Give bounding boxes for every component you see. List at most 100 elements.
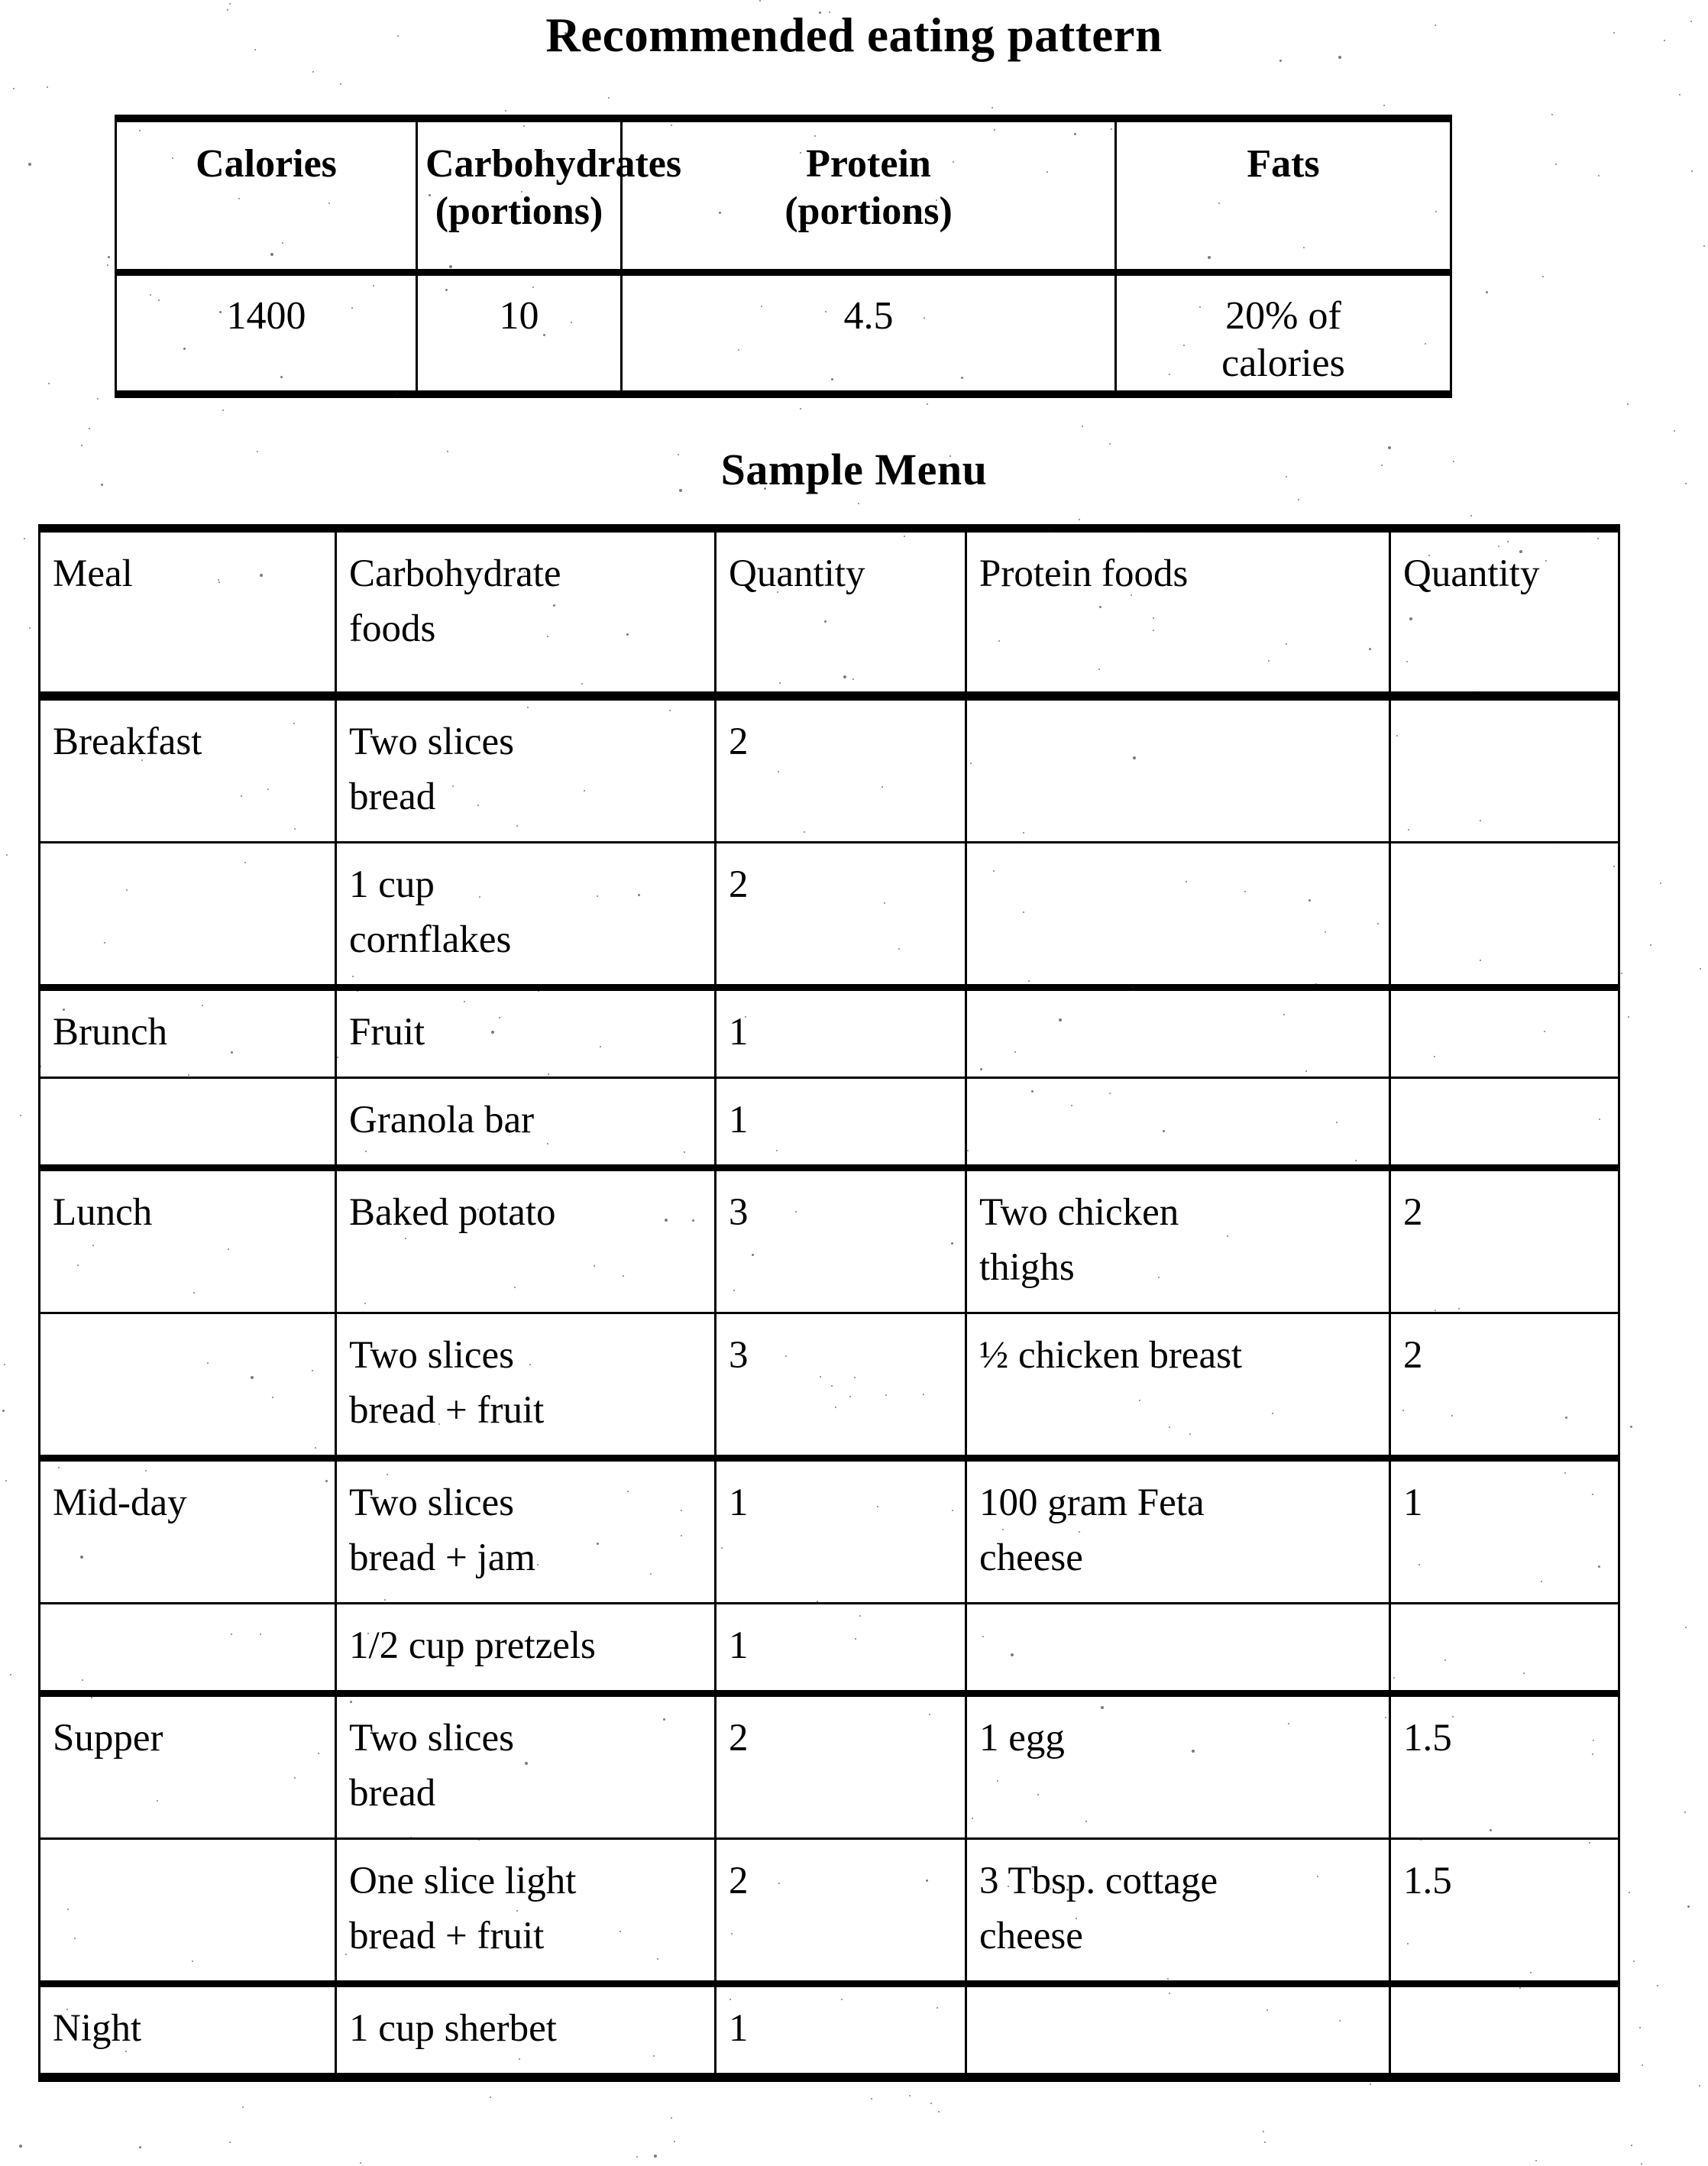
cell-protein-food: ½ chicken breast (965, 1312, 1391, 1459)
cell-carbohydrate-food-line1: 1/2 cup pretzels (349, 1624, 596, 1667)
cell-carbohydrate-food-line1: Two slices (349, 1717, 514, 1760)
cell-carb-quantity: 3 (714, 1164, 967, 1314)
cell-carb-quantity: 1 (714, 984, 967, 1079)
cell-carb-quantity: 1 (714, 1602, 967, 1695)
header-protein-line1: Protein (806, 142, 931, 186)
cell-protein-food (965, 692, 1391, 843)
cell-protein-food-line1: ½ chicken breast (979, 1334, 1243, 1377)
cell-carb-quantity-line1: 2 (729, 720, 749, 763)
table-row: Lunch Baked potato 3 Two chicken thighs 2 (38, 1164, 1620, 1314)
table-row: Supper Two slices bread 2 1 egg 1.5 (38, 1690, 1620, 1840)
cell-carbohydrate-food-line2: cornflakes (349, 918, 512, 961)
table-row: Granola bar 1 (38, 1077, 1620, 1169)
cell-carbohydrate-food: 1 cup sherbet (335, 1980, 717, 2082)
cell-protein-quantity: 1.5 (1389, 1690, 1620, 1840)
header-carbohydrates-line2: (portions) (435, 189, 603, 233)
cell-protein-quantity: 2 (1389, 1164, 1620, 1314)
header-carbohydrates-line1: Carbohydrates (425, 142, 682, 186)
cell-protein-food: Two chicken thighs (965, 1164, 1391, 1314)
cell-carb-quantity-line1: 2 (729, 1717, 749, 1760)
cell-protein-quantity-line1: 1.5 (1403, 1860, 1452, 1902)
header-protein-line2: (portions) (784, 189, 953, 233)
cell-protein-quantity-line1: 2 (1403, 1191, 1423, 1234)
cell-carb-quantity-line1: 1 (729, 1481, 749, 1524)
page-title-recommended-eating-pattern: Recommended eating pattern (545, 8, 1163, 62)
cell-carb-quantity: 2 (714, 1837, 967, 1985)
header-carbohydrate-foods-line2: foods (349, 607, 436, 650)
table-header-row: Calories Carbohydrates (portions) Protei… (115, 115, 1452, 274)
cell-carbohydrate-food-line1: Two slices (349, 720, 514, 763)
cell-carbohydrate-food: Granola bar (335, 1077, 717, 1169)
cell-protein-food: 1 egg (965, 1690, 1391, 1840)
table-row: Breakfast Two slices bread 2 (38, 692, 1620, 843)
cell-carbohydrate-food: Two slices bread (335, 692, 717, 843)
cell-carbohydrate-food-line1: Granola bar (349, 1099, 535, 1141)
cell-carbohydrate-food: Two slices bread (335, 1690, 717, 1840)
cell-protein-value: 4.5 (620, 269, 1117, 398)
cell-protein-quantity: 1 (1389, 1455, 1620, 1604)
cell-carbohydrate-food-line1: 1 cup (349, 863, 435, 906)
header-meal: Meal (53, 552, 133, 595)
value-fats-line2: calories (1221, 342, 1345, 385)
header-cell-meal: Meal (38, 524, 337, 701)
header-carbohydrate-foods-line1: Carbohydrate (349, 552, 561, 595)
cell-fats-value: 20% of calories (1114, 269, 1452, 398)
cell-meal-line1: Lunch (53, 1191, 153, 1234)
cell-protein-quantity (1389, 1077, 1620, 1169)
cell-carb-quantity: 1 (714, 1980, 967, 2082)
table-row: Night 1 cup sherbet 1 (38, 1980, 1620, 2082)
header-fats-line1: Fats (1247, 142, 1320, 186)
cell-protein-quantity (1389, 1602, 1620, 1695)
cell-carb-quantity-line1: 1 (729, 2007, 749, 2050)
cell-protein-quantity (1389, 692, 1620, 843)
cell-protein-quantity (1389, 984, 1620, 1079)
cell-meal-line1: Breakfast (53, 720, 202, 763)
table-row: 1 cup cornflakes 2 (38, 841, 1620, 989)
cell-carbohydrate-food-line2: bread (349, 775, 436, 818)
header-protein-foods: Protein foods (979, 552, 1189, 595)
header-carb-quantity: Quantity (729, 552, 865, 595)
cell-meal (38, 1077, 337, 1169)
cell-carbohydrate-food: 1 cup cornflakes (335, 841, 717, 989)
table-row: Two slices bread + fruit 3 ½ chicken breast… (38, 1312, 1620, 1459)
cell-carb-quantity-line1: 2 (729, 863, 749, 906)
cell-meal: Mid-day (38, 1455, 337, 1604)
value-fats-line1: 20% of (1225, 294, 1341, 338)
sample-menu-table: Meal Carbohydrate foods Quantity Protein… (38, 524, 1620, 2082)
cell-carb-quantity: 2 (714, 841, 967, 989)
cell-carbohydrate-food: Baked potato (335, 1164, 717, 1314)
cell-carbohydrate-food: Fruit (335, 984, 717, 1079)
cell-carbohydrate-food: 1/2 cup pretzels (335, 1602, 717, 1695)
cell-protein-food-line1: 100 gram Feta (979, 1481, 1205, 1524)
section-title-sample-menu: Sample Menu (720, 445, 988, 494)
header-cell-carbohydrate-foods: Carbohydrate foods (335, 524, 717, 701)
cell-protein-food (965, 1077, 1391, 1169)
cell-carb-quantity: 3 (714, 1312, 967, 1459)
cell-protein-quantity-line1: 2 (1403, 1334, 1423, 1377)
table-header-row: Meal Carbohydrate foods Quantity Protein… (38, 524, 1620, 701)
cell-carb-quantity: 1 (714, 1077, 967, 1169)
cell-carb-quantity: 1 (714, 1455, 967, 1604)
header-calories-line1: Calories (196, 142, 337, 186)
cell-carbohydrate-food: Two slices bread + fruit (335, 1312, 717, 1459)
header-cell-protein-foods: Protein foods (965, 524, 1391, 701)
cell-carb-quantity-line1: 1 (729, 1099, 749, 1141)
cell-protein-quantity (1389, 1980, 1620, 2082)
cell-carbohydrate-food: One slice light bread + fruit (335, 1837, 717, 1985)
table-row: 1/2 cup pretzels 1 (38, 1602, 1620, 1695)
cell-meal: Breakfast (38, 692, 337, 843)
cell-meal-line1: Brunch (53, 1011, 168, 1054)
cell-carbohydrate-food-line1: Fruit (349, 1011, 425, 1054)
table-row: 1400 10 4.5 20% of calories (115, 269, 1452, 398)
header-cell-carbohydrates: Carbohydrates (portions) (416, 115, 682, 274)
cell-protein-food: 100 gram Feta cheese (965, 1455, 1391, 1604)
cell-carb-quantity: 2 (714, 692, 967, 843)
cell-meal (38, 1602, 337, 1695)
recommended-eating-pattern-table: Calories Carbohydrates (portions) Protei… (115, 115, 1452, 398)
cell-meal-line1: Night (53, 2007, 142, 2050)
header-cell-protein-quantity: Quantity (1389, 524, 1620, 701)
table-row: Brunch Fruit 1 (38, 984, 1620, 1079)
cell-meal: Supper (38, 1690, 337, 1840)
cell-calories-value: 1400 (115, 269, 418, 398)
cell-meal: Night (38, 1980, 337, 2082)
